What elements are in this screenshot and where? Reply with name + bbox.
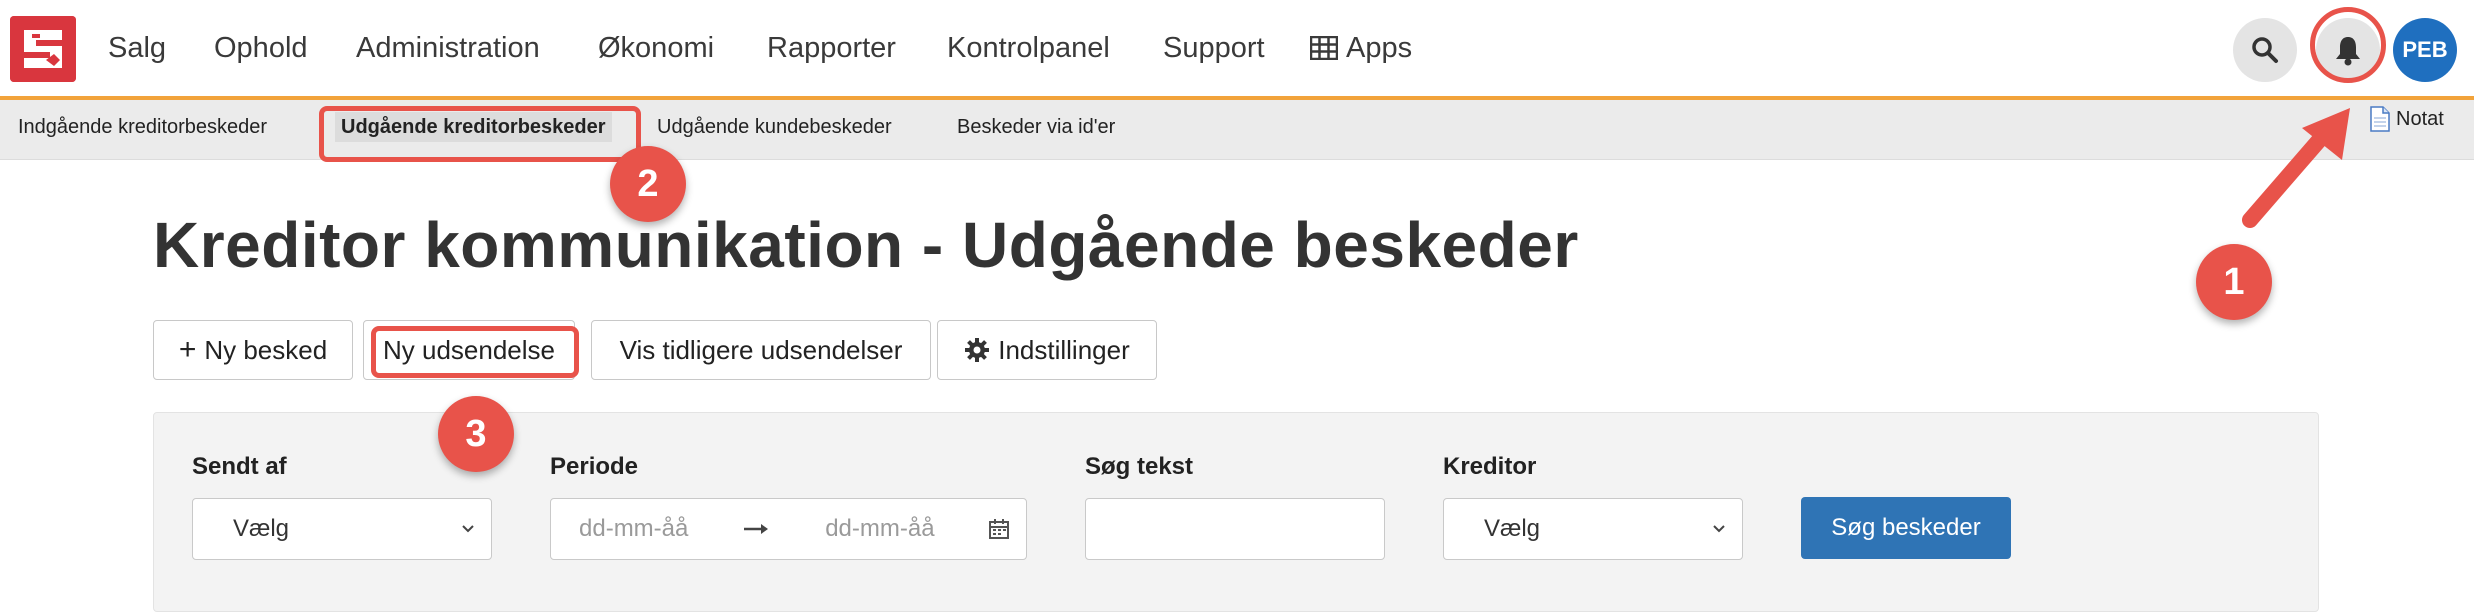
page-title: Kreditor kommunikation - Udgående besked… [153, 209, 1579, 281]
search-button[interactable] [2233, 18, 2297, 82]
gear-icon [965, 338, 990, 362]
nav-item-apps[interactable]: Apps [1310, 28, 1412, 68]
subnav-item-messages-by-id[interactable]: Beskeder via id'er [957, 116, 1115, 139]
new-message-label: Ny besked [204, 334, 328, 365]
creditor-select[interactable]: Vælg [1443, 498, 1743, 560]
sent-by-label: Sendt af [192, 453, 287, 480]
settings-label: Indstillinger [998, 334, 1130, 365]
new-dispatch-button[interactable]: Ny udsendelse [363, 320, 575, 380]
notifications-button[interactable] [2316, 18, 2380, 82]
period-range-field[interactable]: dd-mm-åå dd-mm-åå [550, 498, 1027, 560]
document-icon [2370, 106, 2390, 132]
annotation-arrow-icon [2242, 108, 2350, 228]
date-from-input[interactable]: dd-mm-åå [579, 515, 688, 543]
notat-link[interactable]: Notat [2370, 106, 2444, 132]
calendar-icon[interactable] [988, 518, 1010, 540]
notat-label: Notat [2396, 107, 2444, 130]
subnav-item-outgoing-creditor[interactable]: Udgående kreditorbeskeder [335, 112, 612, 142]
nav-item-kontrolpanel[interactable]: Kontrolpanel [947, 28, 1110, 68]
logo-icon[interactable] [10, 16, 76, 82]
chevron-down-icon [462, 525, 474, 533]
creditor-value: Vælg [1484, 515, 1541, 542]
step-badge-1: 1 [2196, 244, 2272, 320]
step-badge-3: 3 [438, 396, 514, 472]
arrow-right-icon [743, 524, 768, 534]
date-to-input[interactable]: dd-mm-åå [825, 515, 934, 543]
chevron-down-icon [1713, 525, 1725, 533]
settings-button[interactable]: Indstillinger [937, 320, 1157, 380]
sent-by-select[interactable]: Vælg [192, 498, 492, 560]
search-messages-button[interactable]: Søg beskeder [1801, 497, 2011, 559]
new-message-button[interactable]: + Ny besked [153, 320, 353, 380]
show-previous-dispatches-button[interactable]: Vis tidligere udsendelser [591, 320, 931, 380]
search-text-label: Søg tekst [1085, 453, 1194, 480]
subnav-item-outgoing-customer[interactable]: Udgående kundebeskeder [657, 116, 892, 139]
creditor-label: Kreditor [1443, 453, 1537, 480]
subnav-item-incoming-creditor[interactable]: Indgående kreditorbeskeder [18, 116, 267, 139]
nav-item-salg[interactable]: Salg [108, 28, 166, 68]
bell-icon [2336, 37, 2360, 66]
nav-item-rapporter[interactable]: Rapporter [767, 28, 896, 68]
apps-label: Apps [1346, 32, 1413, 64]
nav-item-administration[interactable]: Administration [356, 28, 540, 68]
nav-item-ophold[interactable]: Ophold [214, 28, 308, 68]
search-icon [2252, 37, 2278, 63]
period-label: Periode [550, 453, 639, 480]
apps-grid-icon [1310, 36, 1338, 60]
plus-icon: + [178, 333, 197, 366]
top-navbar: Salg Ophold Administration Økonomi Rappo… [0, 0, 2474, 100]
step-badge-2: 2 [610, 146, 686, 222]
sub-navigation: Indgående kreditorbeskeder Udgående kred… [0, 100, 2474, 160]
sent-by-value: Vælg [233, 515, 290, 542]
nav-item-okonomi[interactable]: Økonomi [598, 28, 714, 68]
nav-item-support[interactable]: Support [1163, 28, 1265, 68]
user-avatar[interactable]: PEB [2393, 18, 2457, 82]
search-text-input[interactable] [1085, 498, 1385, 560]
